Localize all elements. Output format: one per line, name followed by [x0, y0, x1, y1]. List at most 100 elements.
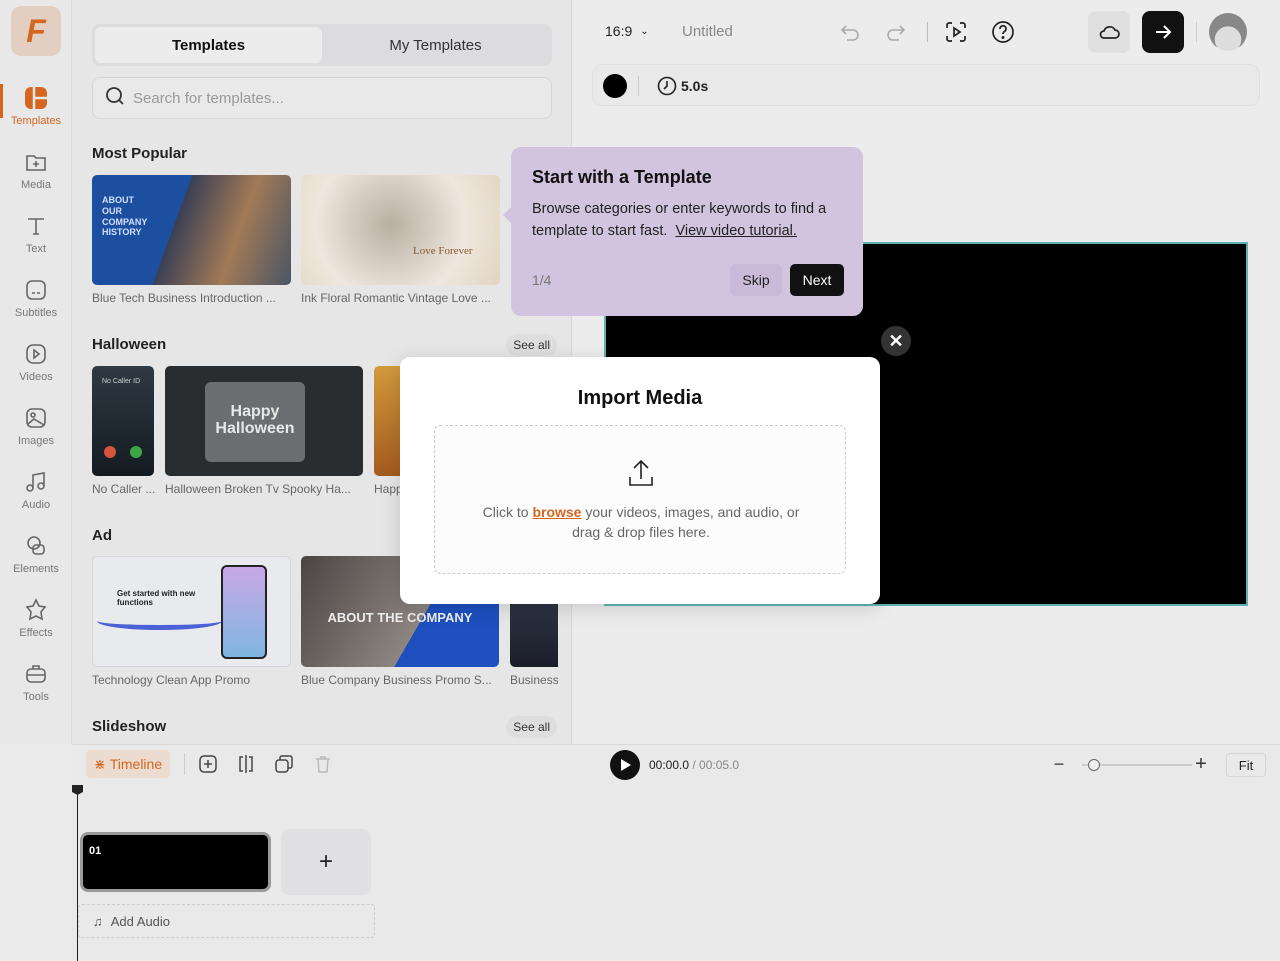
arrow-right-icon: [1156, 25, 1172, 39]
rail-label: Tools: [23, 691, 49, 703]
duration-value: 5.0s: [681, 78, 709, 94]
thumb-text: Love Forever: [413, 245, 473, 257]
text-icon: [24, 214, 48, 238]
rail-item-tools[interactable]: Tools: [0, 658, 72, 718]
project-title[interactable]: Untitled: [682, 23, 733, 40]
video-tutorial-link[interactable]: View video tutorial.: [675, 223, 796, 239]
clip-number: 01: [89, 845, 102, 857]
rail-label: Images: [17, 435, 55, 447]
add-audio-button[interactable]: ♫ Add Audio: [78, 904, 375, 938]
browse-link[interactable]: browse: [532, 504, 581, 520]
template-thumbnail[interactable]: Happy Halloween: [165, 366, 363, 476]
rail-item-text[interactable]: Text: [0, 210, 72, 270]
rail-item-images[interactable]: Images: [0, 402, 72, 462]
timeline-toggle[interactable]: ⋇ Timeline: [86, 750, 171, 778]
template-caption: Blue Company Business Promo S...: [301, 673, 492, 687]
rail-item-media[interactable]: Media: [0, 146, 72, 206]
rail-item-elements[interactable]: Elements: [0, 530, 72, 590]
clock-icon: [657, 76, 677, 96]
split-icon[interactable]: [236, 754, 256, 774]
current-time: 00:00.0: [649, 758, 690, 772]
export-button[interactable]: [1142, 11, 1184, 53]
step-indicator: 1/4: [532, 272, 552, 288]
undo-icon[interactable]: [838, 20, 862, 44]
cloud-save-button[interactable]: [1088, 11, 1130, 53]
tab-my-templates[interactable]: My Templates: [322, 27, 549, 63]
zoom-slider-handle[interactable]: [1087, 759, 1100, 771]
upload-icon: [628, 459, 654, 492]
see-all-button[interactable]: See all: [506, 716, 557, 738]
skip-button[interactable]: Skip: [730, 264, 782, 296]
drop-zone-text: Click to browse your videos, images, and…: [475, 502, 807, 542]
tab-templates[interactable]: Templates: [95, 27, 322, 63]
rail-label: Text: [25, 243, 47, 255]
next-button[interactable]: Next: [790, 264, 844, 296]
search-input[interactable]: [133, 89, 533, 107]
timeline-label: Timeline: [109, 756, 163, 772]
search-icon: [105, 86, 125, 111]
template-thumbnail[interactable]: ABOUT OUR COMPANY HISTORY: [92, 175, 291, 285]
rail-label: Videos: [19, 371, 53, 383]
rail-item-effects[interactable]: Effects: [0, 594, 72, 654]
preview-icon[interactable]: [944, 20, 968, 44]
play-button[interactable]: [610, 750, 640, 780]
zoom-in-icon[interactable]: +: [1192, 753, 1210, 775]
chevron-down-icon: ⌄: [640, 25, 649, 37]
template-thumbnail[interactable]: Get started with new functions: [92, 556, 291, 667]
elements-icon: [24, 534, 48, 558]
timeline-panel: ⋇ Timeline 00:00.0 / 00:05.0 − + Fit 01 +…: [72, 744, 1280, 961]
template-caption: No Caller ...: [92, 482, 156, 496]
redo-icon[interactable]: [884, 20, 908, 44]
images-icon: [24, 406, 48, 430]
avatar[interactable]: [1209, 13, 1247, 51]
audio-icon: [24, 470, 48, 494]
app-logo[interactable]: F: [11, 6, 61, 56]
duplicate-icon[interactable]: [274, 754, 294, 774]
add-scene-button[interactable]: +: [281, 829, 371, 895]
zoom-slider[interactable]: [1082, 759, 1192, 771]
divider: [184, 753, 185, 775]
subtitles-icon: [24, 278, 48, 302]
top-bar: 16:9 ⌄ Untitled: [572, 0, 1280, 64]
background-color-swatch[interactable]: [603, 74, 627, 98]
add-audio-label: Add Audio: [110, 913, 171, 929]
delete-icon[interactable]: [313, 754, 333, 774]
help-icon[interactable]: [990, 19, 1016, 45]
zoom-out-icon[interactable]: −: [1050, 754, 1068, 774]
rail-item-templates[interactable]: Templates: [0, 82, 72, 142]
template-thumbnail[interactable]: Love Forever: [301, 175, 500, 285]
see-all-button[interactable]: See all: [506, 334, 557, 356]
aspect-ratio-select[interactable]: 16:9 ⌄: [605, 23, 649, 39]
tools-icon: [24, 662, 48, 686]
modal-title: Import Media: [577, 387, 703, 409]
thumb-text: ABOUT THE COMPANY: [327, 610, 473, 625]
rail-item-audio[interactable]: Audio: [0, 466, 72, 526]
section-title: Most Popular: [92, 145, 188, 162]
divider: [1196, 22, 1197, 42]
play-icon: [621, 759, 631, 771]
drop-text-before: Click to: [482, 504, 533, 520]
rail-label: Templates: [10, 115, 62, 127]
drop-zone[interactable]: Click to browse your videos, images, and…: [434, 425, 846, 574]
rail-item-videos[interactable]: Videos: [0, 338, 72, 398]
panel-tabs: Templates My Templates: [92, 24, 552, 66]
close-modal-button[interactable]: ✕: [881, 326, 911, 356]
section-title: Halloween: [92, 336, 167, 353]
template-caption: Technology Clean App Promo: [92, 673, 251, 687]
import-media-modal: Import Media Click to browse your videos…: [400, 357, 880, 604]
cloud-icon: [1099, 26, 1120, 39]
rail-item-subtitles[interactable]: Subtitles: [0, 274, 72, 334]
total-time: / 00:05.0: [692, 758, 740, 772]
thumb-text: No Caller ID: [102, 378, 141, 385]
rail-label: Subtitles: [14, 307, 58, 319]
videos-icon: [24, 342, 48, 366]
template-thumbnail[interactable]: No Caller ID: [92, 366, 154, 476]
scene-clip[interactable]: 01: [80, 832, 271, 892]
add-scene-icon[interactable]: [198, 754, 218, 774]
timeline-icon: ⋇: [94, 755, 106, 772]
duration-control[interactable]: 5.0s: [657, 76, 708, 96]
template-caption: Halloween Broken Tv Spooky Ha...: [165, 482, 351, 496]
effects-icon: [24, 598, 48, 622]
fit-button[interactable]: Fit: [1226, 753, 1266, 777]
search-box: [92, 77, 552, 119]
